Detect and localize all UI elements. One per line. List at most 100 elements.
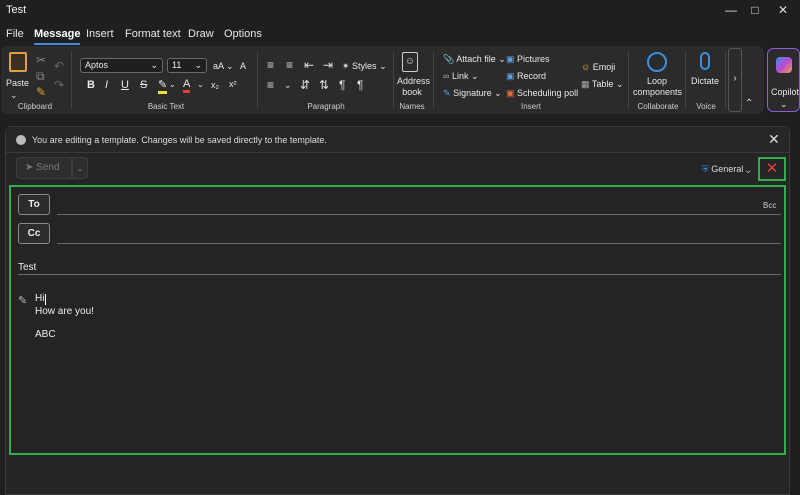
- divider: [71, 52, 72, 108]
- numbering-icon[interactable]: ≡: [286, 59, 293, 71]
- paragraph-spacing-icon[interactable]: ⇅: [319, 79, 329, 91]
- chevron-right-icon[interactable]: ›: [728, 48, 742, 112]
- ltr-icon[interactable]: ¶: [339, 79, 345, 91]
- bold-icon[interactable]: B: [87, 79, 95, 91]
- compose-toolbar: ➤ Send ⌄ ⛨ General ⌄ ✕: [6, 154, 789, 184]
- compose-window: You are editing a template. Changes will…: [5, 126, 790, 495]
- table-button[interactable]: ▦ Table ⌄: [581, 79, 623, 90]
- emoji-icon: ☺: [581, 62, 591, 72]
- font-family-select[interactable]: Aptos ⌄: [80, 58, 163, 73]
- tab-options[interactable]: Options: [224, 28, 262, 40]
- microphone-icon[interactable]: [700, 52, 710, 70]
- collaborate-group-label: Collaborate: [637, 102, 679, 111]
- emoji-label: Emoji: [592, 62, 616, 72]
- dictate-button[interactable]: Dictate: [691, 76, 719, 86]
- decrease-indent-icon[interactable]: ⇤: [304, 59, 314, 71]
- chevron-down-icon[interactable]: ⌄: [284, 79, 292, 91]
- paste-button[interactable]: Paste: [6, 78, 29, 88]
- paste-icon[interactable]: [9, 52, 27, 72]
- close-window-icon[interactable]: ✕: [760, 0, 800, 22]
- highlight-icon[interactable]: ✎: [158, 78, 168, 94]
- address-book-icon[interactable]: ☺: [402, 52, 418, 72]
- increase-indent-icon[interactable]: ⇥: [323, 59, 333, 71]
- send-options-dropdown[interactable]: ⌄: [72, 157, 88, 179]
- font-family-value: Aptos: [85, 60, 109, 70]
- bcc-button[interactable]: Bcc: [763, 201, 776, 210]
- clear-format-icon[interactable]: A⁯: [240, 61, 246, 71]
- collapse-ribbon-icon[interactable]: ⌃: [745, 98, 753, 110]
- title-bar: Test — □ ✕: [0, 0, 800, 22]
- format-painter-icon[interactable]: ✎: [36, 86, 46, 98]
- pictures-button[interactable]: ▣ Pictures: [506, 54, 550, 65]
- paragraph-group-label: Paragraph: [307, 102, 345, 111]
- info-message: You are editing a template. Changes will…: [32, 135, 327, 145]
- redo-icon[interactable]: ↷: [54, 79, 64, 91]
- pictures-icon: ▣: [506, 54, 515, 64]
- chevron-down-icon[interactable]: ⌄: [197, 80, 204, 89]
- send-icon: ➤: [25, 162, 34, 173]
- chevron-down-icon: ⌄: [194, 60, 202, 70]
- to-button[interactable]: To: [18, 194, 50, 215]
- tab-insert[interactable]: Insert: [86, 28, 114, 40]
- scheduling-poll-button[interactable]: ▣ Scheduling poll: [506, 88, 578, 99]
- chevron-down-icon[interactable]: ⌄: [169, 80, 176, 89]
- cut-icon[interactable]: ✂: [36, 54, 46, 66]
- copilot-button[interactable]: Copilot ⌄: [767, 48, 800, 112]
- strikethrough-icon[interactable]: S: [140, 79, 147, 91]
- superscript-icon[interactable]: x²: [229, 79, 237, 89]
- signature-icon: ✎: [443, 88, 451, 98]
- styles-button[interactable]: ✴ Styles ⌄: [342, 61, 387, 72]
- line-spacing-icon[interactable]: ⇵: [300, 79, 310, 91]
- tab-draw[interactable]: Draw: [188, 28, 214, 40]
- italic-icon[interactable]: I: [105, 79, 108, 91]
- chevron-down-icon: ⌄: [780, 99, 788, 109]
- pen-icon[interactable]: ✎: [18, 294, 27, 307]
- discard-button[interactable]: ✕: [758, 157, 786, 181]
- styles-label: Styles: [352, 61, 377, 71]
- cc-field[interactable]: [57, 243, 781, 244]
- voice-group-label: Voice: [696, 102, 716, 111]
- align-icon[interactable]: ≡: [267, 79, 274, 91]
- font-size-select[interactable]: 11 ⌄: [167, 58, 207, 73]
- names-group-label: Names: [399, 102, 425, 111]
- sensitivity-label: General: [711, 164, 744, 174]
- tab-message[interactable]: Message: [34, 28, 81, 45]
- paperclip-icon: 📎: [443, 54, 455, 64]
- sensitivity-dropdown[interactable]: ⛨ General ⌄: [702, 164, 751, 175]
- tab-format-text[interactable]: Format text: [125, 28, 181, 40]
- tab-file[interactable]: File: [6, 28, 24, 40]
- emoji-button[interactable]: ☺ Emoji: [581, 62, 615, 72]
- subscript-icon[interactable]: x₂: [211, 80, 219, 90]
- underline-icon[interactable]: U: [121, 79, 129, 91]
- divider: [628, 52, 629, 108]
- address-book-button[interactable]: Address book: [397, 76, 430, 98]
- window-title: Test: [6, 4, 27, 16]
- record-button[interactable]: ▣ Record: [506, 71, 546, 82]
- undo-icon[interactable]: ↶: [54, 60, 64, 72]
- subject-field[interactable]: Test: [18, 262, 36, 273]
- chevron-down-icon[interactable]: ⌄: [10, 89, 18, 101]
- divider: [433, 52, 434, 108]
- attach-file-button[interactable]: 📎 Attach file ⌄: [443, 54, 506, 65]
- copy-icon[interactable]: ⧉: [36, 70, 45, 82]
- record-label: Record: [517, 71, 547, 81]
- insert-group-label: Insert: [520, 102, 541, 111]
- close-icon[interactable]: ✕: [768, 131, 780, 148]
- rtl-icon[interactable]: ¶: [357, 79, 363, 91]
- send-button[interactable]: ➤ Send: [16, 157, 72, 179]
- shield-icon: ⛨: [702, 164, 709, 174]
- pictures-label: Pictures: [517, 54, 550, 64]
- bullets-icon[interactable]: ≡: [267, 59, 274, 71]
- divider: [685, 52, 686, 108]
- attach-file-label: Attach file: [456, 54, 496, 64]
- send-label: Send: [36, 162, 60, 173]
- to-field[interactable]: [57, 214, 781, 215]
- cc-button[interactable]: Cc: [18, 223, 50, 244]
- loop-icon[interactable]: [647, 52, 667, 72]
- font-color-icon[interactable]: A: [183, 78, 191, 93]
- message-body[interactable]: Hi How are you! ABC: [35, 293, 775, 443]
- signature-button[interactable]: ✎ Signature ⌄: [443, 88, 502, 99]
- link-button[interactable]: ∞ Link ⌄: [443, 71, 479, 82]
- loop-components-button[interactable]: Loop components: [633, 76, 682, 98]
- change-case-icon[interactable]: aA ⌄: [213, 61, 234, 72]
